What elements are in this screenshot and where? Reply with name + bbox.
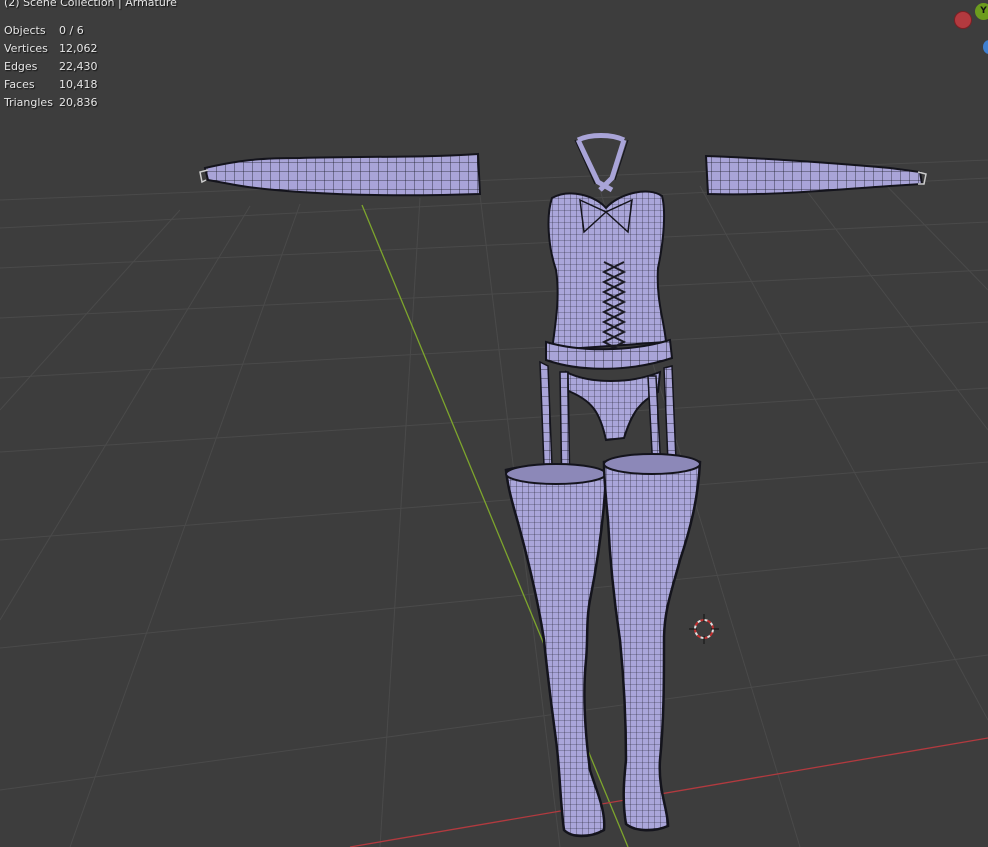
stat-edges: Edges 22,430 — [4, 58, 98, 76]
stat-vertices: Vertices 12,062 — [4, 40, 98, 58]
gizmo-x-axis-icon[interactable] — [954, 11, 972, 29]
stat-faces: Faces 10,418 — [4, 76, 98, 94]
right-stocking-mesh — [602, 453, 702, 832]
3d-cursor-icon[interactable] — [689, 614, 719, 644]
stat-label: Edges — [4, 60, 38, 73]
x-axis-line — [349, 737, 988, 847]
floor-grid — [0, 159, 988, 847]
stat-value: 10,418 — [59, 78, 98, 91]
stat-label: Faces — [4, 78, 35, 91]
gizmo-y-axis-icon[interactable]: Y — [975, 3, 988, 20]
stat-value: 20,836 — [59, 96, 98, 109]
gizmo-z-axis-icon[interactable] — [983, 40, 988, 54]
statistics-overlay: Objects 0 / 6 Vertices 12,062 Edges 22,4… — [4, 22, 98, 112]
panties-mesh — [565, 370, 662, 442]
stat-value: 22,430 — [59, 60, 98, 73]
viewport-scene-title: (2) Scene Collection | Armature — [4, 0, 177, 9]
stat-value: 12,062 — [59, 42, 98, 55]
stat-label: Vertices — [4, 42, 48, 55]
3d-viewport[interactable]: (2) Scene Collection | Armature Objects … — [0, 0, 988, 847]
stat-label: Triangles — [4, 96, 53, 109]
left-stocking-mesh — [504, 463, 608, 838]
stat-triangles: Triangles 20,836 — [4, 94, 98, 112]
stat-label: Objects — [4, 24, 46, 37]
right-sleeve-mesh — [704, 154, 927, 196]
left-sleeve-mesh — [199, 152, 482, 197]
scene-canvas[interactable] — [0, 0, 988, 847]
corset-mesh — [545, 190, 674, 370]
stat-value: 0 / 6 — [59, 24, 84, 37]
stat-objects: Objects 0 / 6 — [4, 22, 98, 40]
